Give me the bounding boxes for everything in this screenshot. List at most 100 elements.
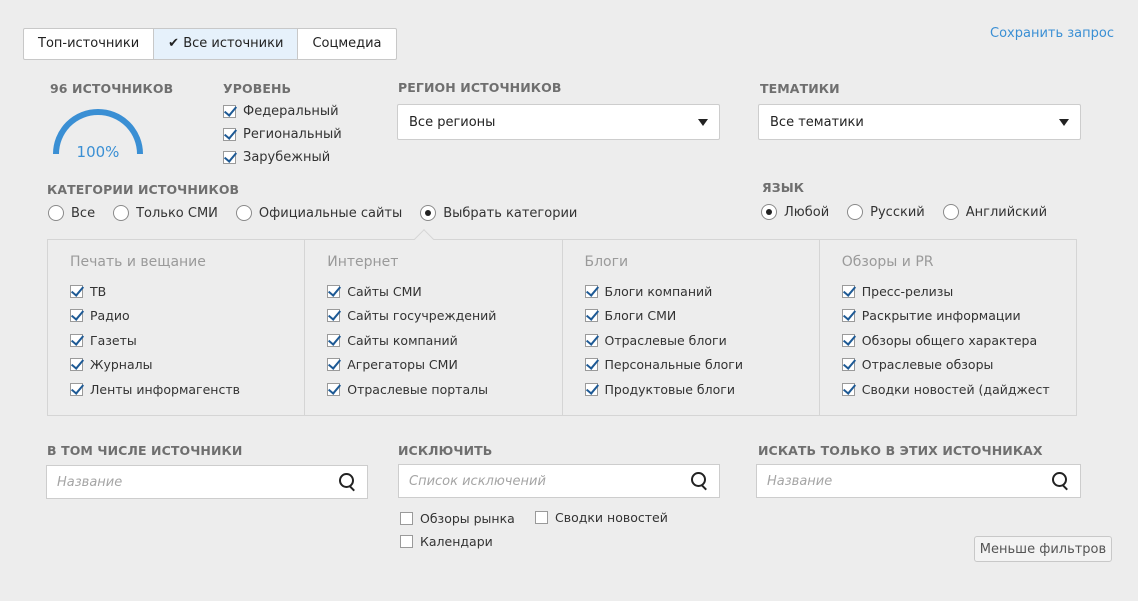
checkbox-icon[interactable]: [584, 333, 598, 347]
search-icon[interactable]: [339, 473, 357, 491]
radio-selected-icon[interactable]: [761, 204, 777, 220]
exclude-title: ИСКЛЮЧИТЬ: [398, 443, 493, 458]
radio-icon[interactable]: [942, 204, 959, 220]
category-item[interactable]: Блоги компаний: [584, 279, 819, 304]
radio-choose-categories[interactable]: Выбрать категории: [420, 205, 577, 221]
radio-icon[interactable]: [113, 205, 130, 221]
radio-icon[interactable]: [235, 205, 252, 221]
exclude-market-reviews[interactable]: Обзоры рынка: [400, 507, 515, 530]
radio-english-label: Английский: [965, 204, 1048, 220]
checkbox-icon[interactable]: [327, 309, 341, 323]
exclude-news-digests[interactable]: Сводки новостей: [535, 506, 668, 529]
tab-top-sources[interactable]: Топ-источники: [24, 29, 155, 59]
category-item-label: Ленты информагенств: [90, 381, 240, 397]
checkbox-icon[interactable]: [400, 512, 413, 525]
checkbox-icon[interactable]: [841, 358, 855, 372]
category-item[interactable]: Радио: [70, 304, 304, 329]
category-item[interactable]: Сводки новостей (дайджест: [841, 377, 1076, 402]
checkbox-icon[interactable]: [223, 151, 236, 164]
radio-icon[interactable]: [847, 204, 864, 220]
category-item[interactable]: Сайты СМИ: [327, 279, 561, 304]
radio-official-sites[interactable]: Официальные сайты: [235, 205, 402, 221]
category-item[interactable]: Газеты: [70, 328, 304, 353]
search-icon[interactable]: [691, 472, 709, 490]
checkbox-icon[interactable]: [327, 333, 341, 347]
tab-social-media[interactable]: Соцмедиа: [298, 29, 395, 59]
save-query-link[interactable]: Сохранить запрос: [990, 26, 1114, 41]
category-item[interactable]: Ленты информагенств: [70, 377, 304, 402]
radio-media-only[interactable]: Только СМИ: [113, 205, 218, 221]
category-item[interactable]: Персональные блоги: [584, 353, 819, 378]
category-item-label: Сайты СМИ: [347, 283, 422, 299]
category-item-label: Раскрытие информации: [861, 308, 1021, 324]
topics-select[interactable]: Все тематики: [758, 104, 1081, 140]
topics-select-value: Все тематики: [770, 114, 864, 130]
exclude-checkboxes-1: Обзоры рынка Календари: [400, 507, 515, 553]
category-item[interactable]: Раскрытие информации: [841, 304, 1076, 329]
category-item[interactable]: Пресс-релизы: [841, 279, 1076, 304]
checkbox-icon[interactable]: [841, 333, 855, 347]
category-item-label: Обзоры общего характера: [861, 332, 1038, 348]
checkbox-icon[interactable]: [70, 358, 83, 372]
category-item[interactable]: ТВ: [70, 279, 304, 304]
checkbox-icon[interactable]: [223, 105, 236, 118]
radio-english[interactable]: Английский: [942, 204, 1048, 220]
checkbox-icon[interactable]: [841, 309, 855, 323]
checkbox-icon[interactable]: [584, 309, 598, 323]
checkbox-icon[interactable]: [70, 382, 83, 396]
region-select[interactable]: Все регионы: [397, 104, 720, 140]
radio-icon[interactable]: [48, 205, 64, 221]
checkbox-icon[interactable]: [841, 382, 855, 396]
category-item-label: Блоги компаний: [604, 283, 713, 299]
category-item[interactable]: Блоги СМИ: [584, 304, 819, 329]
include-sources-field: [46, 465, 368, 499]
radio-russian[interactable]: Русский: [847, 204, 925, 220]
category-item[interactable]: Обзоры общего характера: [841, 328, 1076, 353]
checkbox-icon[interactable]: [70, 333, 83, 347]
exclude-checkboxes-2: Сводки новостей: [535, 506, 668, 529]
only-these-input[interactable]: [767, 473, 1025, 489]
category-item[interactable]: Отраслевые порталы: [327, 377, 561, 402]
only-these-field: [756, 464, 1081, 498]
exclude-calendars-label: Календари: [420, 534, 493, 549]
checkbox-icon[interactable]: [327, 284, 341, 298]
checkbox-icon[interactable]: [535, 511, 548, 524]
level-foreign[interactable]: Зарубежный: [223, 146, 342, 169]
checkbox-icon[interactable]: [70, 284, 83, 298]
checkbox-icon[interactable]: [584, 382, 598, 396]
search-icon[interactable]: [1052, 472, 1070, 490]
checkbox-icon[interactable]: [223, 128, 236, 141]
category-item-label: Отраслевые блоги: [604, 332, 727, 348]
radio-any-language[interactable]: Любой: [761, 204, 829, 220]
category-item[interactable]: Сайты компаний: [327, 328, 561, 353]
checkbox-icon[interactable]: [70, 309, 83, 323]
category-item[interactable]: Агрегаторы СМИ: [327, 353, 561, 378]
tab-all-sources[interactable]: ✔ Все источники: [154, 29, 299, 59]
sources-count-label: 96 ИСТОЧНИКОВ: [50, 81, 174, 96]
category-item[interactable]: Сайты госучреждений: [327, 304, 561, 329]
checkbox-icon[interactable]: [584, 284, 598, 298]
checkbox-icon[interactable]: [400, 535, 413, 548]
checkbox-icon[interactable]: [327, 382, 341, 396]
level-federal-label: Федеральный: [243, 104, 339, 119]
include-sources-input[interactable]: [57, 474, 312, 490]
radio-all[interactable]: Все: [48, 205, 95, 221]
dropdown-caret-icon: [698, 118, 708, 126]
category-item[interactable]: Продуктовые блоги: [584, 377, 819, 402]
category-item-label: Сводки новостей (дайджест: [861, 381, 1050, 397]
category-column-print: Печать и вещание ТВ Радио Газеты Журналы…: [48, 240, 306, 415]
category-item-label: Агрегаторы СМИ: [347, 357, 458, 373]
checkbox-icon[interactable]: [841, 284, 855, 298]
radio-selected-icon[interactable]: [420, 205, 437, 221]
category-item[interactable]: Отраслевые блоги: [584, 328, 819, 353]
exclude-input[interactable]: [409, 473, 664, 489]
category-item-label: ТВ: [90, 283, 107, 299]
checkbox-icon[interactable]: [327, 358, 341, 372]
less-filters-button[interactable]: Меньше фильтров: [974, 536, 1112, 562]
checkbox-icon[interactable]: [584, 358, 598, 372]
exclude-calendars[interactable]: Календари: [400, 530, 515, 553]
level-regional[interactable]: Региональный: [223, 123, 342, 146]
category-item[interactable]: Журналы: [70, 353, 304, 378]
category-item[interactable]: Отраслевые обзоры: [841, 353, 1076, 378]
level-federal[interactable]: Федеральный: [223, 100, 342, 123]
